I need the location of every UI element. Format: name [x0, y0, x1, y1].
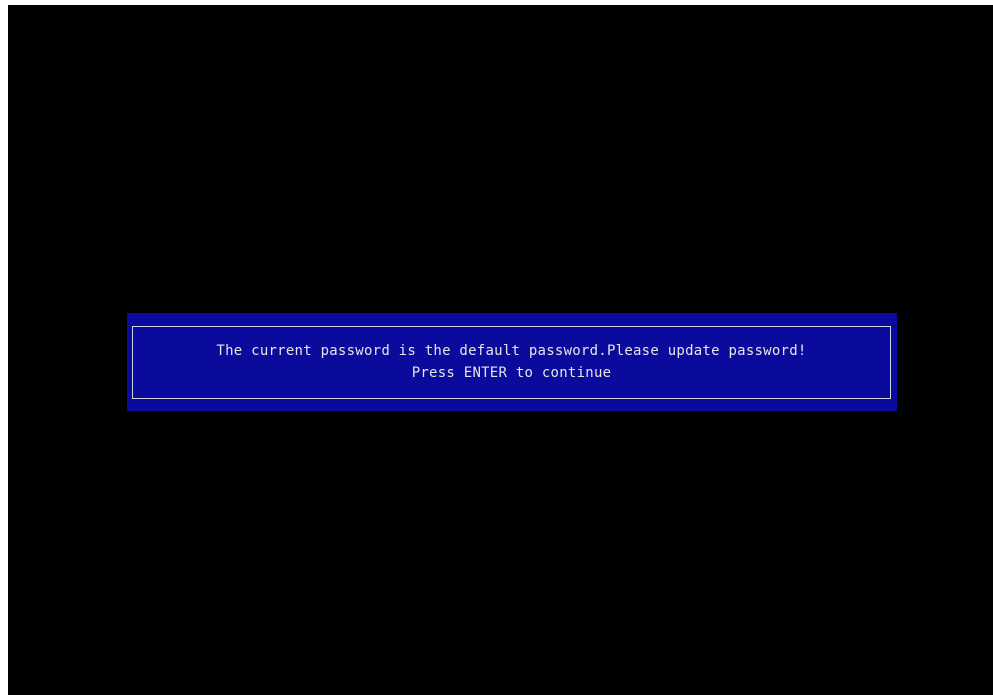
warning-message: The current password is the default pass…: [216, 343, 807, 359]
password-warning-dialog[interactable]: The current password is the default pass…: [127, 313, 897, 411]
continue-prompt: Press ENTER to continue: [411, 365, 612, 381]
bios-screen: The current password is the default pass…: [8, 5, 993, 695]
dialog-border: The current password is the default pass…: [132, 326, 891, 399]
